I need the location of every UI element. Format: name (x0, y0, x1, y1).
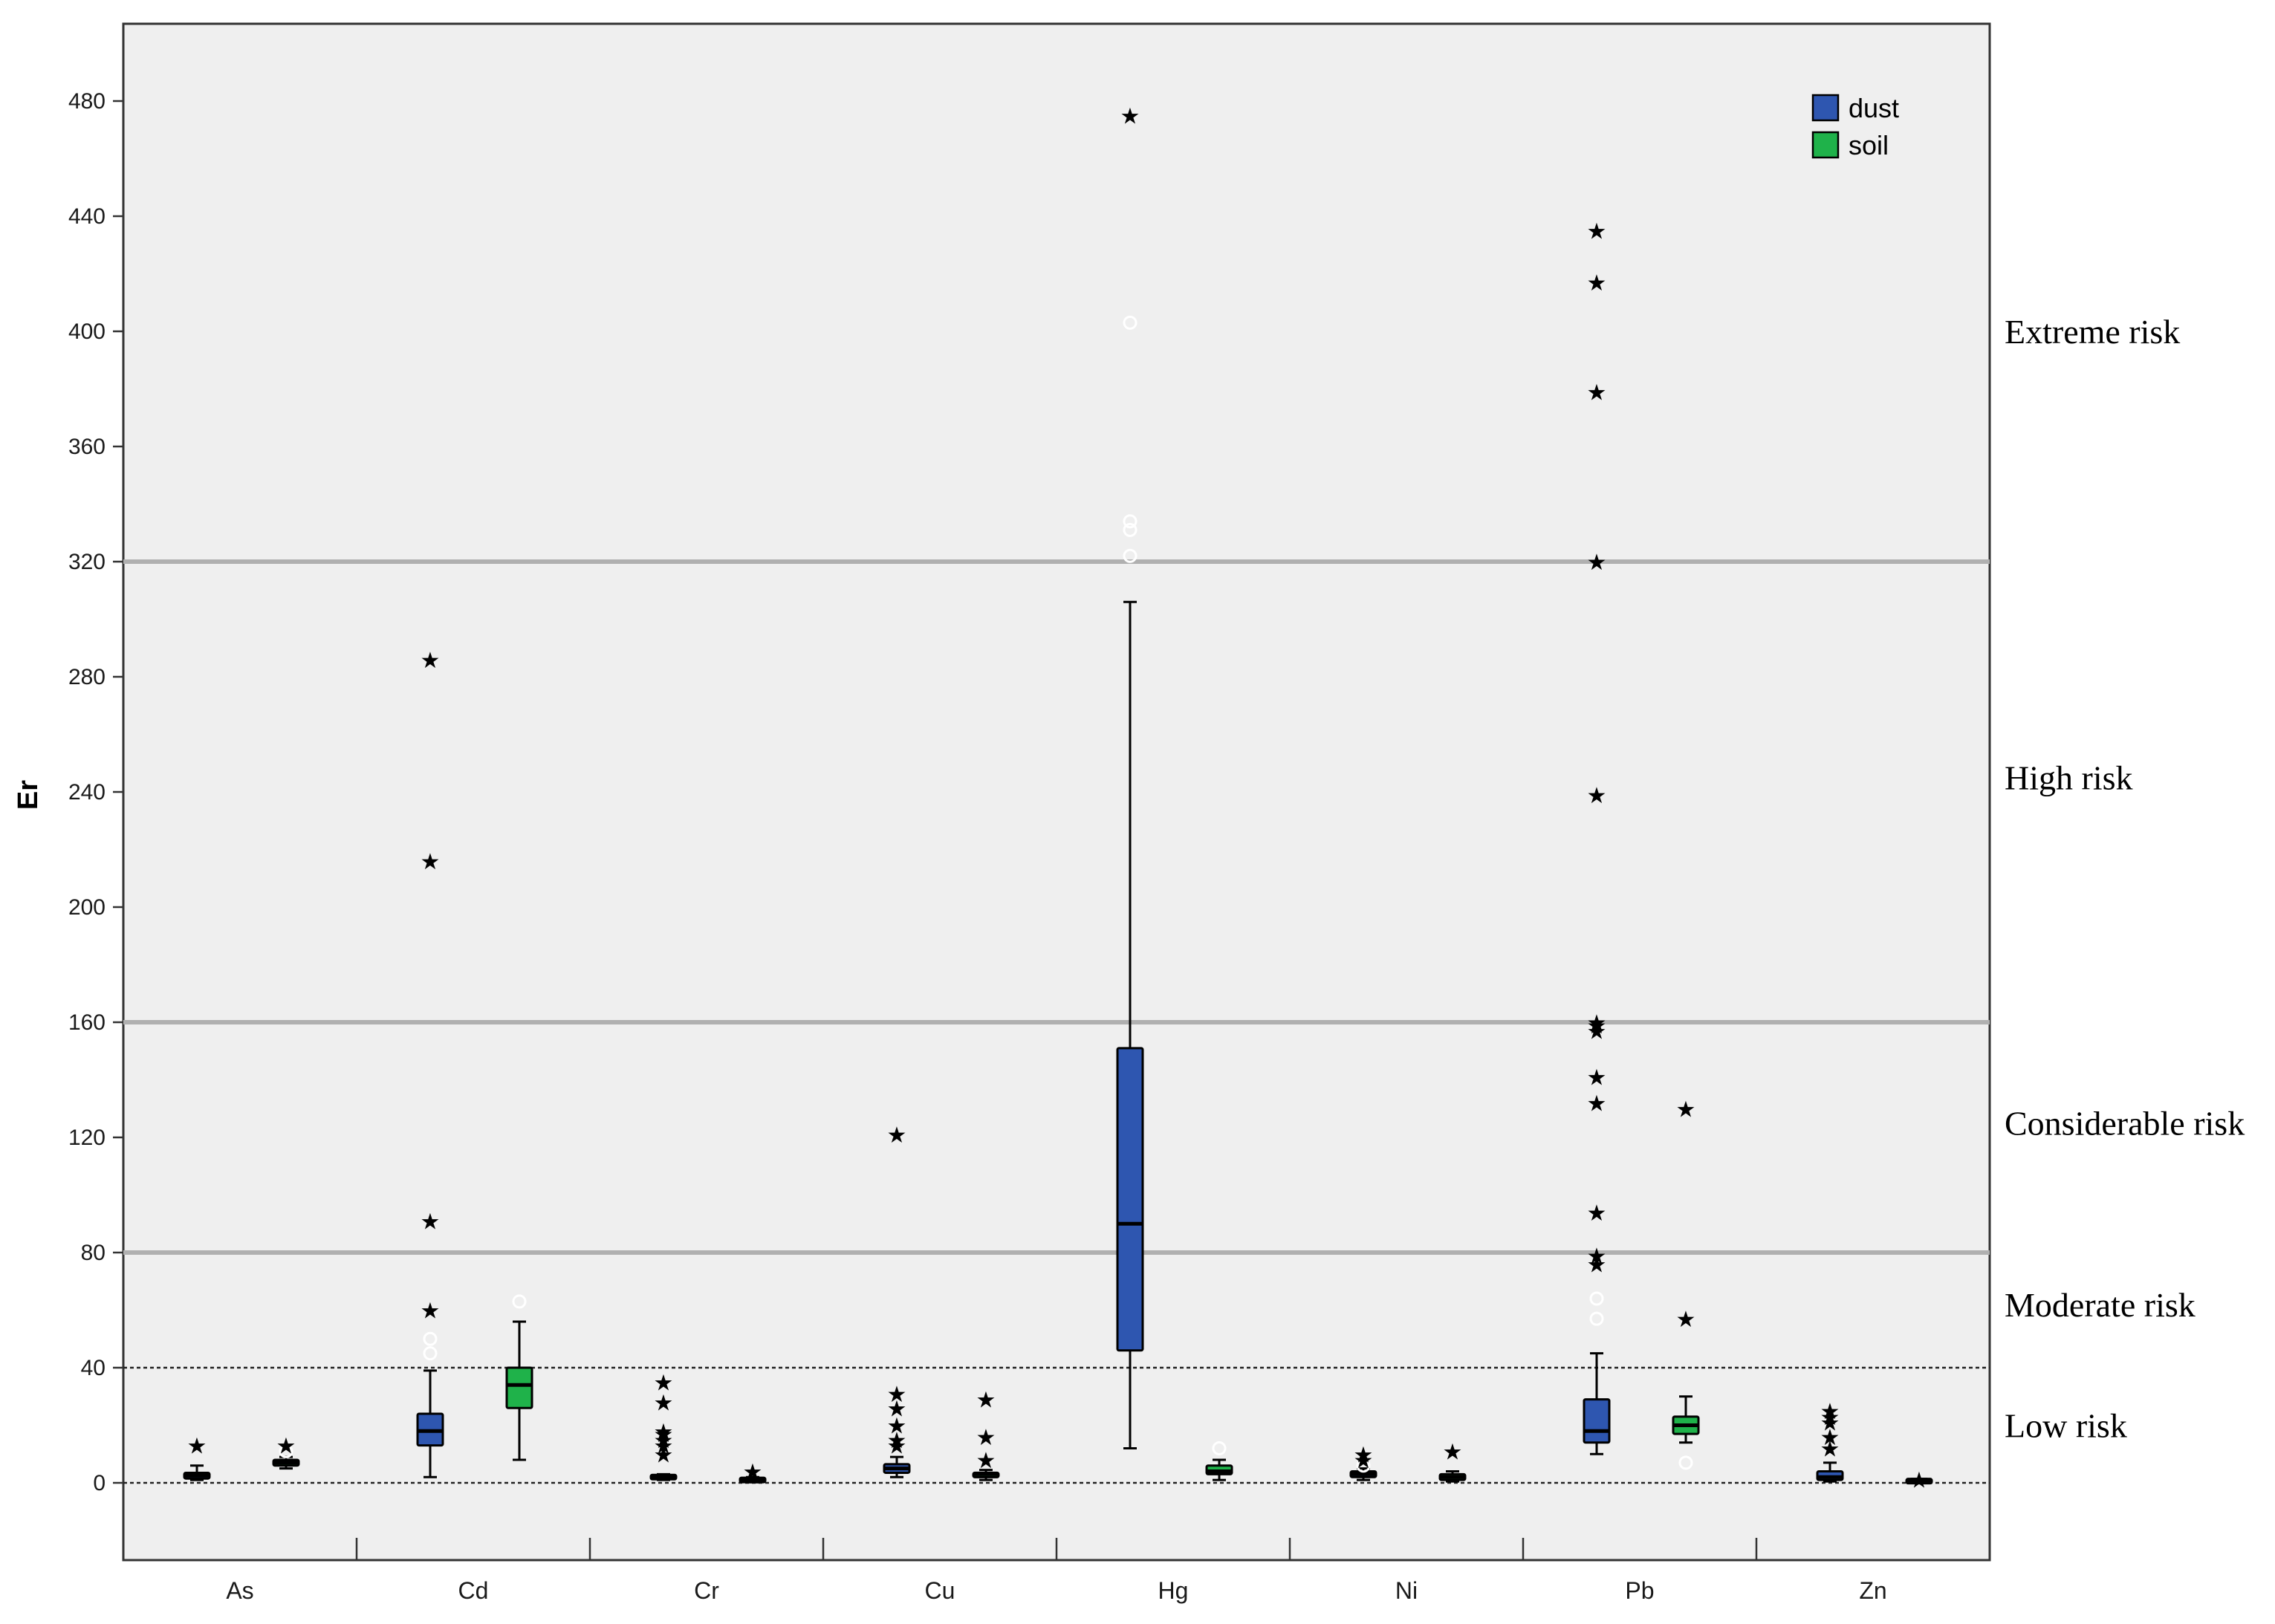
x-tick-label: Cr (694, 1577, 719, 1604)
x-tick-label: Ni (1395, 1577, 1418, 1604)
extreme-star: ★ (1120, 103, 1140, 129)
plot-area (122, 22, 1991, 1562)
extreme-star: ★ (421, 849, 441, 875)
risk-label: High risk (2005, 759, 2133, 797)
extreme-star: ★ (1587, 380, 1607, 406)
extreme-star: ★ (1587, 783, 1607, 809)
extreme-star: ★ (1587, 1065, 1607, 1091)
extreme-star: ★ (421, 1299, 441, 1325)
y-axis-title: Er (13, 780, 44, 810)
extreme-star: ★ (743, 1460, 763, 1486)
extreme-star: ★ (1587, 550, 1607, 576)
x-tick-label: As (226, 1577, 253, 1604)
risk-label: Extreme risk (2005, 313, 2180, 351)
box-body (505, 1366, 533, 1409)
extreme-star: ★ (1587, 1091, 1607, 1117)
y-tick-label: 360 (68, 435, 106, 459)
legend-swatch (1811, 94, 1840, 122)
y-tick-label: 160 (68, 1010, 106, 1035)
extreme-star: ★ (1820, 1399, 1840, 1425)
y-axis: 0 40 80 120 160 200 240 280 320 360 400 440 480 (68, 89, 123, 1495)
extreme-star: ★ (654, 1419, 674, 1445)
boxplot-chart: 0 40 80 120 160 200 240 280 320 360 400 440 480 As Cd… (13, 22, 2245, 1604)
extreme-star: ★ (976, 1425, 996, 1451)
risk-label: Low risk (2005, 1407, 2127, 1445)
box-dust-Cr (649, 1472, 678, 1481)
y-tick-label: 240 (68, 780, 106, 805)
legend-label: soil (1849, 130, 1889, 160)
x-tick-label: Cd (458, 1577, 489, 1604)
x-tick-label: Hg (1158, 1577, 1189, 1604)
extreme-star: ★ (187, 1434, 207, 1460)
risk-label: Considerable risk (2005, 1105, 2245, 1143)
x-tick-label: Pb (1625, 1577, 1654, 1604)
y-tick-label: 40 (81, 1356, 106, 1380)
x-tick-label: Cu (925, 1577, 955, 1604)
extreme-star: ★ (1676, 1097, 1696, 1123)
extreme-star: ★ (276, 1434, 296, 1460)
extreme-star: ★ (1909, 1467, 1930, 1493)
extreme-star: ★ (654, 1370, 674, 1396)
legend-label: dust (1849, 93, 1899, 123)
y-tick-label: 440 (68, 204, 106, 229)
extreme-star: ★ (1676, 1307, 1696, 1333)
extreme-star: ★ (1587, 270, 1607, 296)
extreme-star: ★ (976, 1388, 996, 1414)
x-tick-label: Zn (1859, 1577, 1886, 1604)
extreme-star: ★ (1587, 1244, 1607, 1270)
y-tick-label: 320 (68, 550, 106, 574)
legend-swatch (1811, 131, 1840, 159)
extreme-star: ★ (421, 648, 441, 674)
extreme-star: ★ (887, 1382, 907, 1408)
y-tick-label: 200 (68, 895, 106, 920)
extreme-star: ★ (1587, 1201, 1607, 1227)
y-tick-label: 480 (68, 89, 106, 114)
box-body (1116, 1047, 1144, 1352)
extreme-star: ★ (1354, 1442, 1374, 1468)
risk-labels: Extreme risk High risk Considerable risk Mo… (2005, 313, 2245, 1445)
extreme-star: ★ (1443, 1439, 1463, 1465)
extreme-star: ★ (1587, 218, 1607, 244)
extreme-star: ★ (976, 1448, 996, 1474)
box-body (1583, 1398, 1611, 1444)
extreme-star: ★ (887, 1123, 907, 1149)
extreme-star: ★ (1587, 1010, 1607, 1036)
extreme-star: ★ (421, 1209, 441, 1235)
y-tick-label: 0 (93, 1471, 106, 1495)
y-tick-label: 400 (68, 319, 106, 344)
y-tick-label: 80 (81, 1241, 106, 1265)
y-tick-label: 280 (68, 665, 106, 689)
risk-label: Moderate risk (2005, 1286, 2196, 1324)
y-tick-label: 120 (68, 1126, 106, 1150)
